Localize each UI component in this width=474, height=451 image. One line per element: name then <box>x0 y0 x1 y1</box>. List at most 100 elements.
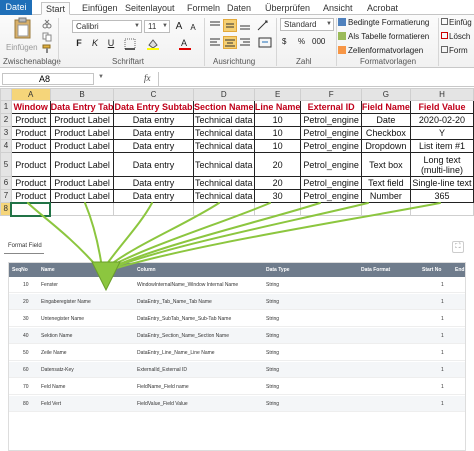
empty-cell[interactable] <box>360 202 411 216</box>
wrap-text-icon[interactable] <box>258 36 272 49</box>
borders-icon[interactable] <box>124 38 136 50</box>
data-cell[interactable]: Petrol_engine <box>300 113 362 127</box>
grow-font-button[interactable]: A <box>172 20 186 33</box>
column-header[interactable]: E <box>253 88 302 101</box>
header-cell[interactable]: Data Entry Tab <box>49 100 115 114</box>
header-cell[interactable]: External ID <box>300 100 362 114</box>
data-cell[interactable]: Technical data <box>192 189 255 203</box>
bold-button[interactable]: F <box>72 37 86 50</box>
row-header[interactable]: 8 <box>0 202 12 216</box>
currency-button[interactable]: $ <box>282 35 286 48</box>
cut-icon[interactable] <box>42 19 52 29</box>
data-cell[interactable]: 20 <box>253 152 302 177</box>
data-cell[interactable]: 365 <box>409 189 474 203</box>
data-cell[interactable]: Technical data <box>192 152 255 177</box>
data-cell[interactable]: List item #1 <box>409 139 474 153</box>
empty-cell[interactable] <box>113 202 194 216</box>
header-cell[interactable]: Data Entry Subtab <box>113 100 194 114</box>
data-cell[interactable]: 2020-02-20 <box>409 113 474 127</box>
data-cell[interactable]: Dropdown <box>360 139 411 153</box>
orientation-icon[interactable] <box>256 19 270 32</box>
insert-cells-button[interactable]: Einfüg <box>441 16 472 29</box>
column-header[interactable]: C <box>113 88 194 101</box>
data-cell[interactable]: Product Label <box>49 113 115 127</box>
cell-styles-button[interactable]: Zellenformatvorlagen <box>338 44 423 57</box>
tab-formulas[interactable]: Formeln <box>187 2 220 15</box>
grid-column-header[interactable]: Data Format <box>361 263 390 277</box>
data-cell[interactable]: Petrol_engine <box>300 139 362 153</box>
data-cell[interactable]: 10 <box>253 113 302 127</box>
empty-cell[interactable] <box>409 202 474 216</box>
align-left-icon[interactable] <box>208 36 222 49</box>
data-cell[interactable]: Data entry <box>113 189 194 203</box>
grid-row[interactable]: 60 Datensatz-Key ExternalId_External ID Str… <box>9 362 465 378</box>
data-cell[interactable]: Product Label <box>49 126 115 140</box>
fill-color-icon[interactable] <box>146 38 160 50</box>
row-header[interactable]: 7 <box>0 189 12 203</box>
name-box[interactable]: A8 <box>2 73 94 85</box>
tab-format-field[interactable]: Format Field <box>8 243 42 249</box>
conditional-formatting-button[interactable]: Bedingte Formatierung <box>338 16 429 29</box>
grid-column-header[interactable]: End <box>455 263 464 277</box>
thousands-button[interactable]: 000 <box>312 35 325 48</box>
paste-button[interactable]: Einfügen <box>6 17 40 55</box>
column-header[interactable]: H <box>409 88 474 101</box>
grid-column-header[interactable]: SeqNo <box>12 263 28 277</box>
name-box-dropdown-icon[interactable]: ▼ <box>98 74 104 80</box>
data-cell[interactable]: Product Label <box>49 152 115 177</box>
grid-column-header[interactable]: Start No <box>422 263 441 277</box>
data-cell[interactable]: Technical data <box>192 126 255 140</box>
data-cell[interactable]: Product <box>10 152 51 177</box>
data-cell[interactable]: Checkbox <box>360 126 411 140</box>
row-header[interactable]: 5 <box>0 152 12 177</box>
column-header[interactable]: D <box>192 88 255 101</box>
selected-cell[interactable] <box>10 201 52 217</box>
data-cell[interactable]: Single-line text <box>409 176 474 190</box>
column-header[interactable]: F <box>300 88 362 101</box>
header-cell[interactable]: Section Name <box>192 100 255 114</box>
align-bottom-icon[interactable] <box>238 19 252 32</box>
tab-data[interactable]: Daten <box>227 2 251 15</box>
tab-file[interactable]: Datei <box>0 0 32 15</box>
data-cell[interactable]: Number <box>360 189 411 203</box>
font-name-select[interactable]: Calibri ▼ <box>72 20 142 33</box>
data-cell[interactable]: Technical data <box>192 139 255 153</box>
column-header[interactable]: G <box>360 88 411 101</box>
align-center-button[interactable] <box>223 36 237 49</box>
data-cell[interactable]: Product <box>10 126 51 140</box>
data-cell[interactable]: Petrol_engine <box>300 176 362 190</box>
grid-row[interactable]: 50 Zeile Name DataEntry_Line_Name_Line Nam… <box>9 345 465 361</box>
delete-cells-button[interactable]: Lösch <box>441 30 470 43</box>
data-cell[interactable]: Petrol_engine <box>300 189 362 203</box>
tab-insert[interactable]: Einfügen <box>82 2 118 15</box>
grid-row[interactable]: 30 Untenegister Name DataEntry_SubTab_Name… <box>9 311 465 327</box>
percent-button[interactable]: % <box>298 35 305 48</box>
data-cell[interactable]: 20 <box>253 176 302 190</box>
data-cell[interactable]: 10 <box>253 139 302 153</box>
tab-page-layout[interactable]: Seitenlayout <box>125 2 175 15</box>
header-cell[interactable]: Window <box>10 100 51 114</box>
font-size-select[interactable]: 11 ▼ <box>144 20 170 33</box>
format-as-table-button[interactable]: Als Tabelle formatieren <box>338 30 429 43</box>
data-cell[interactable]: 10 <box>253 126 302 140</box>
formula-input[interactable] <box>158 72 474 87</box>
data-cell[interactable]: Data entry <box>113 139 194 153</box>
tab-home[interactable]: Start <box>41 2 71 15</box>
row-header[interactable]: 4 <box>0 139 12 153</box>
empty-cell[interactable] <box>192 202 255 216</box>
data-cell[interactable]: Y <box>409 126 474 140</box>
data-cell[interactable]: Petrol_engine <box>300 126 362 140</box>
data-cell[interactable]: Data entry <box>113 113 194 127</box>
font-color-icon[interactable]: A <box>178 38 192 50</box>
header-cell[interactable]: Line Name <box>253 100 302 114</box>
grid-row[interactable]: 20 Eingaberegister Name DataEntry_Tab_Name… <box>9 294 465 310</box>
grid-column-header[interactable]: Column <box>137 263 156 277</box>
row-header[interactable]: 2 <box>0 113 12 127</box>
data-cell[interactable]: Product Label <box>49 176 115 190</box>
format-cells-button[interactable]: Form <box>441 44 468 57</box>
grid-column-header[interactable]: Data Type <box>266 263 290 277</box>
row-header[interactable]: 1 <box>0 100 12 114</box>
format-painter-icon[interactable] <box>42 44 52 54</box>
data-cell[interactable]: Technical data <box>192 113 255 127</box>
data-cell[interactable]: Data entry <box>113 152 194 177</box>
